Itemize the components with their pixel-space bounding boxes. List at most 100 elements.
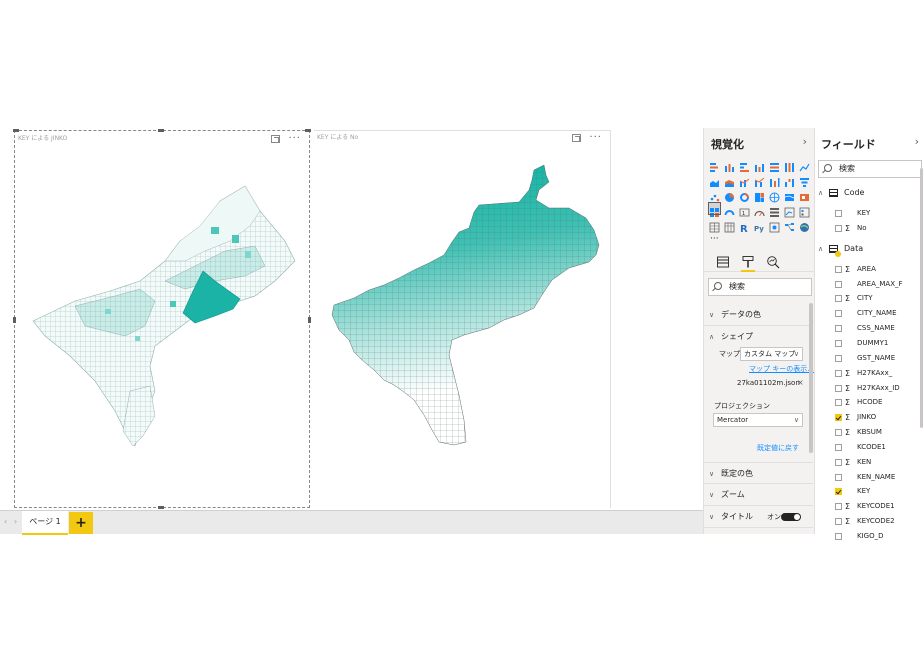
field-checkbox[interactable] [835, 310, 842, 318]
clustered-bar-chart-icon[interactable] [739, 158, 750, 172]
revert-to-default-link[interactable]: 既定値に戻す [757, 443, 799, 453]
field-row[interactable]: Σ HCODE [815, 395, 921, 410]
section-data-colors[interactable]: ∨ データの色 [704, 304, 813, 326]
section-title[interactable]: ∨ タイトル オン [704, 506, 813, 528]
stacked-column-chart-icon[interactable] [724, 158, 735, 172]
remove-file-close-icon[interactable]: × [797, 378, 804, 387]
field-checkbox[interactable] [835, 503, 842, 511]
field-row[interactable]: Σ H27KAxx_ID [815, 381, 921, 396]
format-search-input[interactable]: 検索 [708, 278, 812, 296]
ribbon-chart-icon[interactable] [769, 173, 780, 187]
gauge-icon[interactable] [754, 203, 765, 217]
field-checkbox[interactable] [835, 458, 842, 466]
line-and-column-chart-icon[interactable] [739, 173, 750, 187]
field-row[interactable]: GST_NAME [815, 351, 921, 366]
map-shapes-jinko[interactable] [15, 131, 311, 509]
field-checkbox[interactable] [835, 354, 842, 362]
map-shapes-no[interactable] [314, 130, 611, 508]
field-checkbox[interactable] [835, 339, 842, 347]
field-checkbox[interactable] [835, 443, 842, 451]
field-row[interactable]: AREA_MAX_F [815, 277, 921, 292]
table-icon[interactable] [709, 218, 720, 233]
field-row[interactable]: DUMMY1 [815, 336, 921, 351]
field-checkbox[interactable] [835, 473, 842, 481]
line-and-clustered-column-icon[interactable] [754, 173, 765, 187]
field-checkbox[interactable] [835, 414, 842, 422]
collapse-pane-chevron-icon[interactable]: › [803, 135, 807, 148]
page-tab-1[interactable]: ページ 1 [22, 511, 68, 535]
fields-search-input[interactable]: 検索 [818, 160, 922, 178]
pie-chart-icon[interactable] [724, 188, 735, 202]
field-checkbox[interactable] [835, 295, 842, 303]
stacked-area-chart-icon[interactable] [724, 173, 735, 187]
funnel-chart-icon[interactable] [799, 173, 810, 187]
waterfall-chart-icon[interactable] [784, 173, 795, 187]
section-default-colors[interactable]: ∨ 既定の色 [704, 462, 813, 484]
field-checkbox[interactable] [835, 325, 842, 333]
fields-scrollbar[interactable] [920, 168, 923, 428]
field-checkbox[interactable] [835, 369, 842, 377]
field-checkbox[interactable] [835, 488, 842, 496]
field-row[interactable]: Σ CITY [815, 291, 921, 306]
field-row[interactable]: Σ No [815, 221, 921, 236]
shape-map-jinko[interactable]: KEY による JINKO ··· [13, 129, 311, 509]
fields-well-tab-icon[interactable] [716, 254, 730, 268]
arcgis-map-icon[interactable] [799, 218, 810, 232]
field-row[interactable]: CITY_NAME [815, 306, 921, 321]
line-chart-icon[interactable] [799, 158, 810, 172]
field-checkbox[interactable] [835, 210, 842, 217]
field-row[interactable]: Σ KBSUM [815, 425, 921, 440]
card-icon[interactable]: 1 [739, 203, 750, 217]
more-visuals-icon[interactable]: ··· [709, 233, 720, 244]
field-row[interactable]: Σ H27KAxx_ [815, 366, 921, 381]
treemap-icon[interactable] [754, 188, 765, 202]
field-row[interactable]: CSS_NAME [815, 321, 921, 336]
field-checkbox[interactable] [835, 265, 842, 273]
pane-scrollbar[interactable] [809, 303, 813, 453]
field-row[interactable]: KEY [815, 206, 921, 221]
field-checkbox[interactable] [835, 518, 842, 526]
field-row[interactable]: Σ KEN [815, 455, 921, 470]
chevron-left-icon[interactable]: ‹ [4, 517, 7, 526]
table-data[interactable]: ∧ Data [815, 242, 921, 257]
collapse-pane-chevron-icon[interactable]: › [915, 135, 919, 148]
area-chart-icon[interactable] [709, 173, 720, 187]
title-toggle[interactable] [781, 513, 801, 521]
key-influencers-icon[interactable] [769, 218, 780, 233]
add-page-button[interactable]: + [69, 512, 93, 534]
gauge-chart-icon[interactable] [724, 203, 735, 216]
r-visual-icon[interactable]: R [739, 218, 750, 235]
field-row[interactable]: Σ KEYCODE1 [815, 499, 921, 514]
section-zoom[interactable]: ∨ ズーム [704, 484, 813, 506]
filled-map-icon[interactable] [784, 188, 795, 201]
kpi-icon[interactable] [784, 203, 795, 218]
field-checkbox[interactable] [835, 399, 842, 407]
shape-map-icon[interactable] [799, 188, 810, 201]
field-checkbox[interactable] [835, 533, 842, 540]
map-icon[interactable] [769, 188, 780, 203]
analytics-magnifier-icon[interactable] [766, 254, 780, 269]
field-checkbox[interactable] [835, 280, 842, 288]
field-row[interactable]: Σ AREA [815, 262, 921, 277]
projection-dropdown[interactable]: Mercator ∨ [713, 413, 803, 427]
field-checkbox[interactable] [835, 224, 842, 232]
slicer-icon[interactable] [799, 203, 810, 218]
table-code[interactable]: ∧ Code [815, 186, 921, 200]
stacked-bar-chart-icon[interactable] [709, 158, 720, 172]
multi-row-card-icon[interactable] [769, 203, 780, 217]
matrix-map-icon-selected[interactable] [708, 202, 721, 217]
field-row[interactable]: Σ JINKO [815, 410, 921, 425]
field-checkbox[interactable] [835, 384, 842, 392]
chevron-right-icon[interactable]: › [14, 517, 17, 526]
100-stacked-column-chart-icon[interactable] [784, 158, 795, 172]
donut-chart-icon[interactable] [739, 188, 750, 202]
format-paint-roller-icon[interactable] [741, 254, 755, 272]
field-row[interactable]: KIGO_D [815, 529, 921, 544]
scatter-chart-icon[interactable] [709, 188, 720, 202]
shape-map-no[interactable]: KEY による No ··· [314, 130, 611, 508]
100-stacked-bar-chart-icon[interactable] [769, 158, 780, 172]
field-row[interactable]: KEN_NAME [815, 470, 921, 485]
python-visual-icon[interactable]: Py [754, 218, 765, 233]
field-row[interactable]: KEY [815, 484, 921, 499]
view-map-keys-link[interactable]: マップ キーの表示... [749, 364, 814, 374]
